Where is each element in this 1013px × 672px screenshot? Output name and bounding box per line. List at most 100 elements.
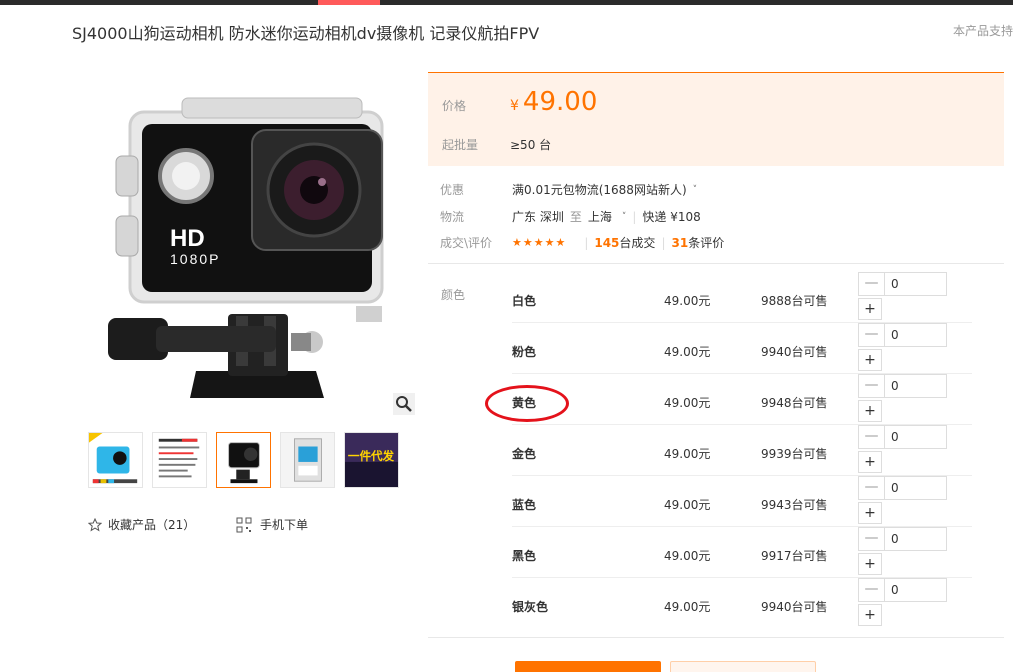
price-value: ¥ 49.00 xyxy=(510,87,597,117)
quantity-input[interactable]: 0 xyxy=(885,273,946,295)
quantity-stepper: — 0 xyxy=(858,425,947,449)
deals-link[interactable]: 145台成交 xyxy=(594,234,655,251)
sku-stock: 9948台可售 xyxy=(761,396,828,410)
resolution-badge: 1080P xyxy=(170,251,220,267)
favorite-label: 收藏产品（21） xyxy=(108,518,196,532)
sku-row: 黄色 49.00元 9948台可售 — 0 + xyxy=(512,374,972,425)
reviews-count: 31 xyxy=(671,236,689,250)
price-panel: 价格 ¥ 49.00 起批量 ≥50 台 xyxy=(428,72,1004,166)
quantity-input[interactable]: 0 xyxy=(885,375,946,397)
decrease-button[interactable]: — xyxy=(859,426,885,448)
thumbnail-3-selected[interactable] xyxy=(216,432,271,488)
price-label: 价格 xyxy=(442,99,467,113)
decrease-button[interactable]: — xyxy=(859,375,885,397)
top-nav-bar xyxy=(0,0,1013,5)
ship-from: 广东 深圳 xyxy=(512,210,564,224)
ship-to-select[interactable]: 上海 xyxy=(588,208,612,225)
sku-stock: 9939台可售 xyxy=(761,447,828,461)
promo-row: 优惠 满0.01元包物流(1688网站新人) ˅ xyxy=(440,181,697,198)
rating-stars-icon: ★★★★★ xyxy=(512,236,567,249)
quantity-stepper: — 0 xyxy=(858,272,947,296)
quantity-stepper: — 0 xyxy=(858,578,947,602)
sku-stock: 9940台可售 xyxy=(761,345,828,359)
support-text[interactable]: 本产品支持 xyxy=(953,22,1013,39)
qrcode-icon xyxy=(236,517,252,532)
star-outline-icon xyxy=(88,517,102,531)
increase-button[interactable]: + xyxy=(858,451,882,473)
currency-symbol: ¥ xyxy=(510,98,519,114)
promo-dropdown[interactable]: 满0.01元包物流(1688网站新人) ˅ xyxy=(512,181,697,198)
highlight-circle-annotation xyxy=(485,385,569,422)
sku-price: 49.00元 xyxy=(664,549,711,563)
top-nav-active-indicator xyxy=(318,0,380,5)
sku-color-name: 白色 xyxy=(512,294,537,308)
sku-price: 49.00元 xyxy=(664,294,711,308)
sku-row: 白色 49.00元 9888台可售 — 0 + xyxy=(512,272,972,323)
moq-label: 起批量 xyxy=(442,138,479,152)
sku-price: 49.00元 xyxy=(664,600,711,614)
decrease-button[interactable]: — xyxy=(859,579,885,601)
separator: | xyxy=(661,235,666,250)
sku-color-name: 银灰色 xyxy=(512,600,549,614)
quantity-input[interactable]: 0 xyxy=(885,324,946,346)
decrease-button[interactable]: — xyxy=(859,477,885,499)
increase-button[interactable]: + xyxy=(858,349,882,371)
promo-value: 满0.01元包物流(1688网站新人) xyxy=(512,183,687,197)
separator: | xyxy=(632,209,637,224)
sku-row: 金色 49.00元 9939台可售 — 0 + xyxy=(512,425,972,476)
add-to-cart-button[interactable] xyxy=(670,661,816,672)
decrease-button[interactable]: — xyxy=(859,324,885,346)
sku-color-name: 粉色 xyxy=(512,345,537,359)
increase-button[interactable]: + xyxy=(858,604,882,626)
color-label: 颜色 xyxy=(441,288,466,302)
thumbnail-4[interactable] xyxy=(280,432,335,488)
deals-suffix: 台成交 xyxy=(619,236,656,250)
sku-stock: 9943台可售 xyxy=(761,498,828,512)
sku-color-name: 蓝色 xyxy=(512,498,537,512)
quantity-input[interactable]: 0 xyxy=(885,528,946,550)
reviews-link[interactable]: 31条评价 xyxy=(671,234,724,251)
thumbnail-strip: 一件代发 xyxy=(88,432,399,488)
favorite-button[interactable]: 收藏产品（21） xyxy=(88,516,195,533)
increase-button[interactable]: + xyxy=(858,298,882,320)
sku-stock: 9940台可售 xyxy=(761,600,828,614)
quantity-input[interactable]: 0 xyxy=(885,426,946,448)
order-button[interactable] xyxy=(515,661,661,672)
quantity-input[interactable]: 0 xyxy=(885,579,946,601)
decrease-button[interactable]: — xyxy=(859,273,885,295)
mobile-order-button[interactable]: 手机下单 xyxy=(236,516,308,533)
quantity-stepper: — 0 xyxy=(858,527,947,551)
express-fee: 快递 ¥108 xyxy=(642,210,701,224)
sku-stock: 9888台可售 xyxy=(761,294,828,308)
sku-stock: 9917台可售 xyxy=(761,549,828,563)
mobile-order-label: 手机下单 xyxy=(260,518,309,532)
to-word: 至 xyxy=(569,210,582,224)
product-title: SJ4000山狗运动相机 防水迷你运动相机dv摄像机 记录仪航拍FPV xyxy=(72,24,540,43)
promo-text: 一件代发 xyxy=(348,449,395,463)
sku-list: 白色 49.00元 9888台可售 — 0 + 粉色 49.00元 9940台可… xyxy=(512,272,972,629)
sku-row: 黑色 49.00元 9917台可售 — 0 + xyxy=(512,527,972,578)
increase-button[interactable]: + xyxy=(858,400,882,422)
increase-button[interactable]: + xyxy=(858,502,882,524)
quantity-stepper: — 0 xyxy=(858,476,947,500)
thumbnail-2[interactable] xyxy=(152,432,207,488)
sku-row: 粉色 49.00元 9940台可售 — 0 + xyxy=(512,323,972,374)
chevron-down-icon[interactable]: ˅ xyxy=(622,212,627,222)
sku-price: 49.00元 xyxy=(664,447,711,461)
quantity-input[interactable]: 0 xyxy=(885,477,946,499)
deals-label: 成交\评价 xyxy=(440,236,493,250)
hd-badge: HD xyxy=(170,225,205,252)
deals-count: 145 xyxy=(594,236,620,250)
sku-price: 49.00元 xyxy=(664,498,711,512)
zoom-icon[interactable] xyxy=(393,393,415,415)
decrease-button[interactable]: — xyxy=(859,528,885,550)
deals-row: 成交\评价 ★★★★★ | 145台成交 | 31条评价 xyxy=(440,234,724,251)
price-amount: 49.00 xyxy=(522,87,598,117)
thumbnail-5[interactable]: 一件代发 xyxy=(344,432,399,488)
increase-button[interactable]: + xyxy=(858,553,882,575)
sku-row: 蓝色 49.00元 9943台可售 — 0 + xyxy=(512,476,972,527)
reviews-suffix: 条评价 xyxy=(688,236,725,250)
main-product-image[interactable]: HD 1080P xyxy=(86,86,414,416)
thumbnail-1[interactable] xyxy=(88,432,143,488)
sku-price: 49.00元 xyxy=(664,345,711,359)
